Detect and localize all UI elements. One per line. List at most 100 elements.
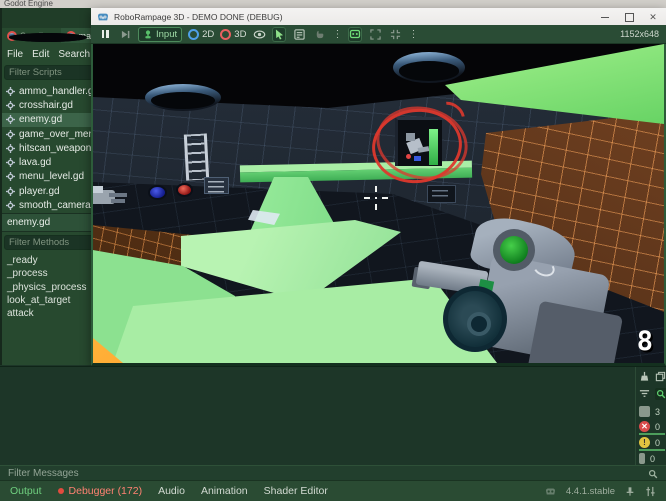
script-name: enemy.gd [19, 114, 62, 125]
ammo-counter: 8 [637, 328, 653, 355]
warnings-filter-icon[interactable]: ! [639, 437, 650, 448]
menu-search[interactable]: Search [58, 49, 90, 60]
gun-wheel-hub [467, 312, 491, 336]
wall-screen [427, 185, 456, 203]
current-script-name: enemy.gd [7, 217, 50, 228]
output-panel: 3 ✕ 0 ! 0 0 Output Debugger (172) Audio [0, 366, 666, 501]
script-name: lava.gd [19, 157, 51, 168]
script-list-item[interactable]: game_over_menu.gd [2, 127, 94, 141]
game-window-titlebar[interactable]: RoboRampage 3D - DEMO DONE (DEBUG) ✕ [91, 8, 666, 25]
method-list-item[interactable]: attack [2, 307, 94, 320]
collapse-filter-icon[interactable] [639, 388, 650, 399]
gear-icon [6, 130, 15, 139]
red-annotation-circle [372, 107, 464, 181]
next-frame-icon [121, 30, 130, 39]
node-list-button[interactable] [292, 27, 306, 42]
script-name: ammo_handler.gd [19, 86, 94, 97]
close-button[interactable]: ✕ [648, 12, 658, 22]
filter-methods-input[interactable] [4, 235, 94, 250]
tab-audio[interactable]: Audio [158, 485, 185, 497]
mode-2d-button[interactable]: 2D [188, 29, 214, 40]
input-mode-label: Input [156, 29, 177, 40]
method-list-item[interactable]: _physics_process [2, 281, 94, 294]
tab-debugger[interactable]: Debugger (172) [58, 485, 143, 497]
panel-toggle-icon[interactable] [645, 486, 656, 497]
pin-icon[interactable] [625, 486, 635, 497]
scene-tab-main-level[interactable]: main_le [61, 28, 94, 43]
pause-icon [102, 30, 109, 38]
tab-shader-editor[interactable]: Shader Editor [264, 485, 328, 497]
messages-filter-icon[interactable] [639, 406, 650, 417]
maximize-button[interactable] [624, 12, 634, 22]
method-name: _process [7, 268, 48, 279]
script-name: game_over_menu.gd [19, 129, 94, 140]
camera-override-button[interactable] [252, 27, 266, 42]
cursor-icon [275, 29, 284, 40]
script-list-item[interactable]: crosshair.gd [2, 98, 94, 112]
3d-mode-icon [220, 29, 231, 40]
script-list-item-selected[interactable]: enemy.gd [2, 113, 94, 127]
errors-filter-icon[interactable]: ✕ [639, 421, 650, 432]
select-mode-button[interactable] [272, 27, 286, 42]
method-list-item[interactable]: look_at_target [2, 294, 94, 307]
os-titlebar: Godot Engine [0, 0, 666, 8]
input-mode-button[interactable]: Input [138, 27, 182, 42]
godot-logo-icon [97, 12, 109, 22]
method-list-item[interactable]: _process [2, 267, 94, 280]
embed-game-icon [349, 28, 361, 40]
tab-animation[interactable]: Animation [201, 485, 248, 497]
player-gun [415, 216, 600, 363]
next-frame-button[interactable] [118, 27, 132, 42]
search-output-icon[interactable] [655, 388, 666, 400]
gear-icon [6, 172, 15, 181]
editor-filter-icon[interactable] [639, 453, 645, 464]
gear-icon [6, 87, 15, 96]
filter-scripts-input[interactable] [4, 65, 94, 80]
output-log-area[interactable]: 3 ✕ 0 ! 0 0 [0, 367, 666, 465]
script-list-item[interactable]: player.gd [2, 184, 94, 198]
unsaved-dot-icon [66, 31, 76, 41]
script-list-item[interactable]: hitscan_weapon.gd [2, 141, 94, 155]
stretch-mode-button[interactable] [388, 27, 402, 42]
os-window-title: Godot Engine [4, 0, 53, 8]
tab-output[interactable]: Output [10, 485, 42, 497]
more-options-icon[interactable]: ⋮ [408, 27, 418, 42]
script-list-item[interactable]: lava.gd [2, 155, 94, 169]
script-list-item[interactable]: ammo_handler.gd [2, 84, 94, 98]
method-name: _ready [7, 255, 38, 266]
warnings-count: 0 [655, 438, 660, 448]
script-list-item[interactable]: menu_level.gd [2, 170, 94, 184]
filter-messages-bar [0, 465, 666, 481]
gear-icon [6, 115, 15, 124]
bottom-status-bar: Output Debugger (172) Audio Animation Sh… [0, 480, 666, 501]
pause-button[interactable] [98, 27, 112, 42]
gear-icon [6, 158, 15, 167]
game-toolbar: Input 2D 3D ⋮ ⋮ 11 [91, 25, 666, 44]
menu-edit[interactable]: Edit [32, 49, 49, 60]
script-editor-sidebar: Sandbox main_le File Edit Search Go T am… [0, 8, 94, 365]
game-window-title: RoboRampage 3D - DEMO DONE (DEBUG) [114, 12, 595, 22]
interaction-mode-button[interactable] [312, 27, 326, 42]
method-list: _ready _process _physics_process look_at… [2, 254, 94, 320]
debugger-alert-icon [58, 488, 64, 494]
clear-output-icon[interactable] [639, 371, 650, 382]
copy-output-icon[interactable] [655, 371, 666, 382]
game-viewport[interactable]: 8 [91, 44, 666, 366]
script-list-item[interactable]: smooth_camera.gd [2, 198, 94, 212]
search-icon[interactable] [648, 469, 658, 479]
joystick-icon [143, 29, 153, 40]
method-list-item[interactable]: _ready [2, 254, 94, 267]
filter-messages-input[interactable] [0, 467, 648, 480]
menu-file[interactable]: File [7, 49, 23, 60]
hand-icon [314, 29, 325, 40]
mode-2d-label: 2D [202, 29, 214, 40]
mode-3d-button[interactable]: 3D [220, 29, 246, 40]
script-name: crosshair.gd [19, 100, 73, 111]
minimize-button[interactable] [600, 12, 610, 22]
keep-aspect-button[interactable] [368, 27, 382, 42]
messages-count: 3 [655, 407, 660, 417]
script-name: smooth_camera.gd [19, 200, 94, 211]
method-name: attack [7, 308, 34, 319]
embed-game-button[interactable] [348, 27, 362, 42]
more-options-icon[interactable]: ⋮ [332, 27, 342, 42]
